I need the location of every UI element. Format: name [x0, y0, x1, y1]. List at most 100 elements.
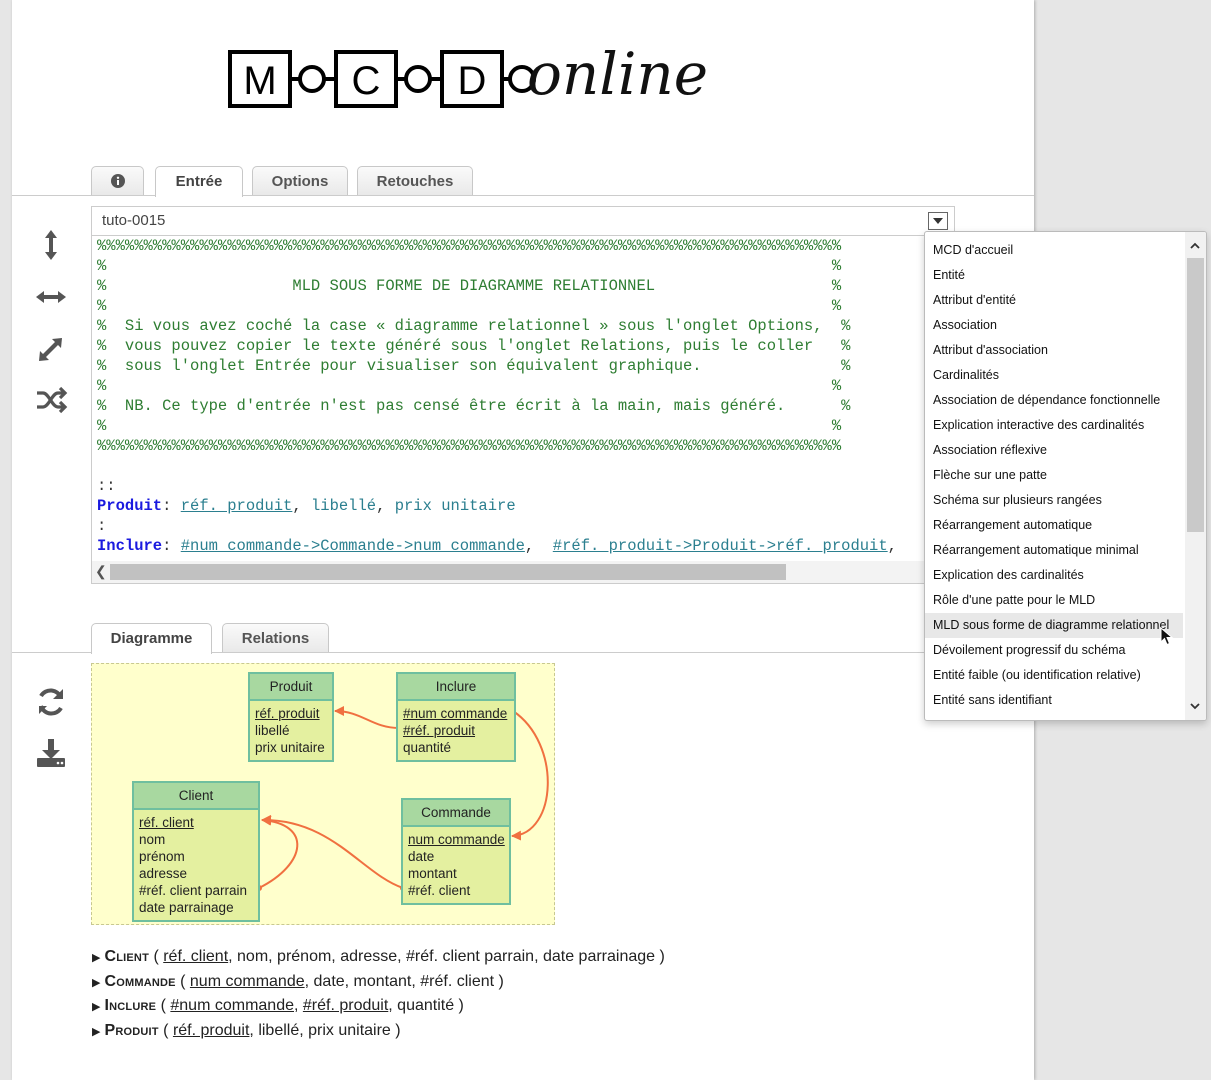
dropdown-option[interactable]: Attribut d'entité — [925, 288, 1183, 313]
relation-line: ▶ Commande ( num commande, date, montant,… — [92, 972, 504, 990]
relation-line: ▶ Produit ( réf. produit, libellé, prix u… — [92, 1021, 401, 1039]
attribute-label: #réf. client parrain — [139, 883, 248, 898]
dropdown-option[interactable]: Association réflexive — [925, 438, 1183, 463]
svg-text:C: C — [352, 59, 381, 103]
editor-line: % % — [97, 256, 897, 276]
entity-attribute: quantité — [403, 739, 509, 756]
relation-attribute: #réf. produit — [302, 997, 389, 1014]
attribute-label: quantité — [403, 740, 452, 755]
bullet-icon: ▶ — [92, 1001, 101, 1013]
link-commande-client — [261, 814, 404, 889]
editor-line: % % — [97, 416, 897, 436]
attribute-label: nom — [139, 832, 166, 847]
entity-commande: Commande num commande date montant #réf. cl… — [401, 798, 511, 905]
scroll-left-icon[interactable]: ❮ — [95, 563, 107, 580]
dropdown-option[interactable]: Entité sans identifiant — [925, 688, 1183, 713]
tutorial-select-value: tuto-0015 — [102, 212, 166, 229]
editor-lines: %%%%%%%%%%%%%%%%%%%%%%%%%%%%%%%%%%%%%%%%… — [97, 236, 897, 556]
code-token: % vous pouvez copier le texte généré sou… — [97, 337, 851, 355]
svg-text:online: online — [527, 40, 708, 108]
dropdown-option[interactable]: Entité faible (ou identification relativ… — [925, 663, 1183, 688]
tutorial-dropdown-list[interactable]: MCD d'accueil Entité Attribut d'entité Asso… — [924, 231, 1207, 721]
entity-attribute: réf. produit — [255, 705, 327, 722]
code-token: , — [292, 497, 311, 515]
attribute-label: réf. client — [139, 815, 194, 830]
attribute-label: date parrainage — [139, 900, 234, 915]
chevron-down-icon[interactable] — [928, 212, 948, 230]
dropdown-option[interactable]: Explication interactive des cardinalités — [925, 413, 1183, 438]
chevron-down-icon[interactable] — [1189, 700, 1201, 712]
bullet-icon: ▶ — [92, 976, 101, 989]
bullet-icon: ▶ — [92, 1025, 101, 1038]
code-token: Produit — [97, 497, 163, 515]
editor-line: % NB. Ce type d'entrée n'est pas censé ê… — [97, 396, 897, 416]
expand-horizontal-icon[interactable] — [31, 277, 71, 317]
relation-line: ▶ Client ( réf. client, nom, prénom, adre… — [92, 948, 665, 965]
relation-attribute: num commande — [189, 972, 305, 990]
entity-title: Client — [134, 783, 258, 810]
relation-attribute: adresse — [340, 948, 398, 965]
scrollbar-thumb[interactable] — [1187, 258, 1204, 532]
scrollbar-thumb[interactable] — [110, 564, 786, 580]
relational-diagram: Produit réf. produit libellé prix unitaire… — [91, 663, 555, 925]
download-icon[interactable] — [31, 733, 71, 773]
dropdown-option[interactable]: Réarrangement automatique minimal — [925, 538, 1183, 563]
code-editor[interactable]: %%%%%%%%%%%%%%%%%%%%%%%%%%%%%%%%%%%%%%%%… — [91, 236, 955, 584]
relation-line: ▶ Inclure ( #num commande, #réf. produit,… — [92, 997, 464, 1014]
entity-attribute: #num commande — [403, 705, 509, 722]
code-token: : — [162, 537, 181, 555]
entity-attributes: réf. produit libellé prix unitaire — [250, 701, 332, 760]
relations-list: ▶ Client ( réf. client, nom, prénom, adre… — [92, 945, 665, 1043]
relation-attribute: date parrainage — [542, 948, 656, 965]
editor-line: % % — [97, 296, 897, 316]
dropdown-option[interactable]: Rôle d'une patte pour le MLD — [925, 588, 1183, 613]
dropdown-items: MCD d'accueil Entité Attribut d'entité Asso… — [925, 238, 1183, 713]
attribute-label: libellé — [255, 723, 290, 738]
dropdown-option[interactable]: Schéma sur plusieurs rangées — [925, 488, 1183, 513]
editor-horizontal-scrollbar[interactable]: ❮ — [92, 561, 954, 583]
entity-attribute: date parrainage — [139, 899, 253, 916]
dropdown-option[interactable]: Association de dépendance fonctionnelle — [925, 388, 1183, 413]
relation-attribute: nom — [237, 948, 269, 965]
editor-line: %%%%%%%%%%%%%%%%%%%%%%%%%%%%%%%%%%%%%%%%… — [97, 436, 897, 456]
dropdown-option[interactable]: MCD d'accueil — [925, 238, 1183, 263]
link-client-parrain — [258, 815, 299, 889]
tab-relations[interactable]: Relations — [222, 623, 329, 652]
tab-options[interactable]: Options — [252, 166, 348, 195]
expand-vertical-icon[interactable] — [31, 225, 71, 265]
dropdown-option[interactable]: Flèche sur une patte — [925, 463, 1183, 488]
shuffle-icon[interactable] — [31, 380, 71, 420]
refresh-icon[interactable] — [31, 682, 71, 722]
attribute-label: réf. produit — [255, 706, 320, 721]
code-token: : — [97, 517, 107, 535]
editor-line: % % — [97, 376, 897, 396]
dropdown-option[interactable]: MLD sous forme de diagramme relationnel — [925, 613, 1183, 638]
entity-attribute: adresse — [139, 865, 253, 882]
tab-info[interactable] — [91, 166, 144, 195]
attribute-label: montant — [408, 866, 457, 881]
dropdown-option[interactable]: Attribut d'association — [925, 338, 1183, 363]
entity-attribute: réf. client — [139, 814, 253, 831]
dropdown-option[interactable]: Entité — [925, 263, 1183, 288]
attribute-label: adresse — [139, 866, 188, 881]
tab-entree[interactable]: Entrée — [155, 166, 243, 197]
code-token: %%%%%%%%%%%%%%%%%%%%%%%%%%%%%%%%%%%%%%%%… — [97, 437, 842, 455]
dropdown-scrollbar[interactable] — [1185, 232, 1206, 720]
svg-text:M: M — [243, 59, 276, 103]
tab-retouches[interactable]: Retouches — [357, 166, 473, 195]
dropdown-option[interactable]: Association — [925, 313, 1183, 338]
mocodo-logo: M C D online — [228, 40, 708, 108]
editor-line: % sous l'onglet Entrée pour visualiser s… — [97, 356, 897, 376]
expand-diagonal-icon[interactable] — [31, 329, 71, 369]
chevron-up-icon[interactable] — [1189, 240, 1201, 252]
tab-diagramme[interactable]: Diagramme — [91, 623, 212, 654]
dropdown-option[interactable]: Réarrangement automatique — [925, 513, 1183, 538]
relation-attribute: prénom — [277, 948, 332, 965]
dropdown-option[interactable]: Cardinalités — [925, 363, 1183, 388]
relation-name: Commande — [104, 972, 176, 990]
entity-attribute: #réf. client parrain — [139, 882, 253, 899]
dropdown-option[interactable]: Explication des cardinalités — [925, 563, 1183, 588]
entity-attributes: réf. client nom prénom adresse #réf. client … — [134, 810, 258, 920]
tutorial-select[interactable]: tuto-0015 — [91, 206, 955, 236]
dropdown-option[interactable]: Dévoilement progressif du schéma — [925, 638, 1183, 663]
